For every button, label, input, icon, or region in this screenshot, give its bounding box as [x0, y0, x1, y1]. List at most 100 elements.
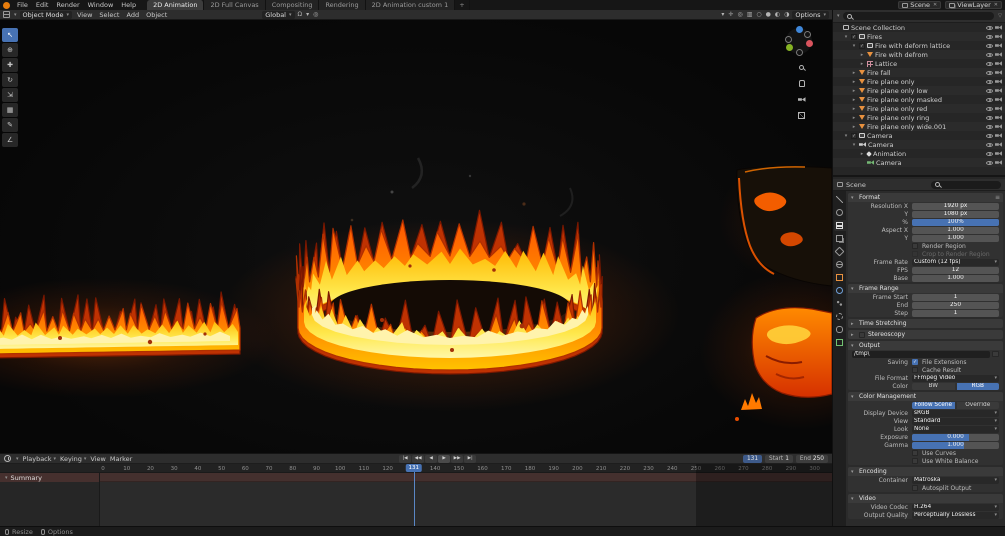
jump-to-start-button[interactable]: |◀: [399, 454, 412, 463]
playhead[interactable]: [413, 464, 415, 526]
checkbox[interactable]: [912, 450, 918, 456]
dropdown-field[interactable]: H.264 ▾: [912, 503, 999, 511]
disclosure-triangle-icon[interactable]: ▾: [851, 195, 856, 201]
workspace-tab-compositing[interactable]: Compositing: [265, 0, 320, 10]
tool-annotate[interactable]: ✎: [2, 118, 18, 132]
segment-button-follow-scene[interactable]: Follow Scene: [912, 401, 955, 409]
panel-header[interactable]: ▸ Time Stretching: [848, 319, 1003, 328]
outliner-filter-icon[interactable]: ▽: [998, 13, 1002, 19]
camera-view-icon[interactable]: [796, 94, 807, 105]
next-keyframe-button[interactable]: ▶▶: [451, 454, 464, 463]
checkbox[interactable]: [912, 485, 918, 491]
outliner-row[interactable]: Camera: [833, 158, 1005, 167]
menu-view-timeline[interactable]: View: [90, 455, 105, 463]
3d-viewport[interactable]: ↖ ⊕ ✚ ↻ ⇲ ▦ ✎ ∠: [0, 20, 832, 453]
frame-start-field[interactable]: Start 1: [765, 454, 793, 463]
properties-tab-object[interactable]: [834, 272, 846, 283]
output-path-field[interactable]: /tmp\: [852, 350, 990, 358]
scene-selector[interactable]: Scene ✕: [898, 1, 942, 9]
shading-wireframe-icon[interactable]: ○: [755, 11, 762, 18]
menu-edit[interactable]: Edit: [33, 1, 52, 9]
tool-cursor[interactable]: ⊕: [2, 43, 18, 57]
play-button[interactable]: ▶: [438, 454, 451, 463]
properties-search-field[interactable]: [931, 180, 1001, 189]
disclosure-triangle-icon[interactable]: ▸: [859, 151, 865, 157]
value-field[interactable]: 12: [912, 266, 999, 274]
dopesheet-tracks[interactable]: [100, 473, 832, 526]
checkbox[interactable]: ✓: [912, 359, 918, 365]
disable-in-renders-toggle[interactable]: [995, 142, 1002, 147]
current-frame-field[interactable]: 131: [742, 454, 763, 463]
hide-in-viewport-toggle[interactable]: [986, 52, 993, 57]
disable-in-renders-toggle[interactable]: [995, 115, 1002, 120]
tool-rotate[interactable]: ↻: [2, 73, 18, 87]
panel-header[interactable]: ▾ Encoding: [848, 467, 1003, 476]
disable-in-renders-toggle[interactable]: [995, 88, 1002, 93]
disclosure-triangle-icon[interactable]: ▸: [859, 52, 865, 58]
add-workspace-button[interactable]: +: [455, 0, 470, 10]
segment-button-rgb[interactable]: RGB: [956, 382, 999, 390]
move-view-icon[interactable]: [796, 78, 807, 89]
summary-channel[interactable]: ▾ Summary: [0, 473, 99, 482]
hide-in-viewport-toggle[interactable]: [986, 79, 993, 84]
properties-tab-world[interactable]: [834, 259, 846, 270]
presets-menu-icon[interactable]: ≡: [995, 194, 1000, 201]
properties-tab-view-layer[interactable]: [834, 233, 846, 244]
panel-header[interactable]: ▾ Video: [848, 494, 1003, 503]
summary-track[interactable]: [100, 473, 832, 482]
checkbox[interactable]: [912, 367, 918, 373]
shading-rendered-icon[interactable]: ◑: [783, 11, 790, 18]
menu-add[interactable]: Add: [124, 11, 141, 19]
jump-to-end-button[interactable]: ▶|: [464, 454, 477, 463]
hide-in-viewport-toggle[interactable]: [986, 25, 993, 30]
properties-tab-tool[interactable]: [834, 194, 846, 205]
disclosure-triangle-icon[interactable]: ▾: [851, 469, 856, 475]
value-field[interactable]: 1080 px: [912, 210, 999, 218]
gizmo-toggle-icon[interactable]: ✛: [727, 11, 734, 18]
panel-checkbox[interactable]: [859, 331, 865, 338]
collection-checkbox[interactable]: ✓: [859, 42, 865, 49]
gizmo-neg-y-axis[interactable]: [804, 31, 811, 38]
value-field[interactable]: 1920 px: [912, 202, 999, 210]
mode-selector[interactable]: Object Mode ▾: [19, 10, 72, 19]
timeline-editor-type-icon[interactable]: [4, 455, 11, 462]
outliner-row[interactable]: ▾ Camera: [833, 140, 1005, 149]
hide-in-viewport-toggle[interactable]: [986, 97, 993, 102]
dropdown-field[interactable]: sRGB ▾: [912, 409, 999, 417]
collection-checkbox[interactable]: ✓: [851, 132, 857, 139]
disclosure-triangle-icon[interactable]: ▸: [851, 321, 856, 327]
disclosure-triangle-icon[interactable]: ▾: [843, 34, 849, 40]
value-slider[interactable]: 100%: [912, 218, 999, 226]
outliner-row[interactable]: ▸ Animation: [833, 149, 1005, 158]
properties-tab-physics[interactable]: [834, 311, 846, 322]
snap-options-dropdown-icon[interactable]: ▾: [305, 11, 310, 18]
tool-scale[interactable]: ⇲: [2, 88, 18, 102]
segment-button-bw[interactable]: BW: [912, 382, 955, 390]
menu-window[interactable]: Window: [85, 1, 117, 9]
disable-in-renders-toggle[interactable]: [995, 43, 1002, 48]
disclosure-triangle-icon[interactable]: ▾: [851, 394, 856, 400]
workspace-tab-rendering[interactable]: Rendering: [319, 0, 366, 10]
disclosure-triangle-icon[interactable]: ▸: [851, 124, 857, 130]
outliner-row[interactable]: ▾ ✓ Fires: [833, 32, 1005, 41]
outliner-row[interactable]: ▸ Fire with defrom: [833, 50, 1005, 59]
disable-in-renders-toggle[interactable]: [995, 124, 1002, 129]
panel-header[interactable]: ▾ Frame Range: [848, 284, 1003, 293]
unlink-scene-icon[interactable]: ✕: [933, 2, 937, 8]
disable-in-renders-toggle[interactable]: [995, 97, 1002, 102]
zoom-icon[interactable]: [796, 62, 807, 73]
properties-tab-constraints[interactable]: [834, 324, 846, 335]
value-slider[interactable]: 0.000: [912, 433, 999, 441]
outliner-row[interactable]: ▸ Fire plane only masked: [833, 95, 1005, 104]
outliner-row[interactable]: ▸ Fire plane only ring: [833, 113, 1005, 122]
disable-in-renders-toggle[interactable]: [995, 25, 1002, 30]
menu-render[interactable]: Render: [53, 1, 82, 9]
disable-in-renders-toggle[interactable]: [995, 52, 1002, 57]
properties-tab-object-data[interactable]: [834, 337, 846, 348]
value-slider[interactable]: 1.000: [912, 441, 999, 449]
properties-tab-modifiers[interactable]: [834, 285, 846, 296]
tool-move[interactable]: ✚: [2, 58, 18, 72]
hide-in-viewport-toggle[interactable]: [986, 34, 993, 39]
dropdown-field[interactable]: Perceptually Lossless ▾: [912, 511, 999, 519]
hide-in-viewport-toggle[interactable]: [986, 124, 993, 129]
